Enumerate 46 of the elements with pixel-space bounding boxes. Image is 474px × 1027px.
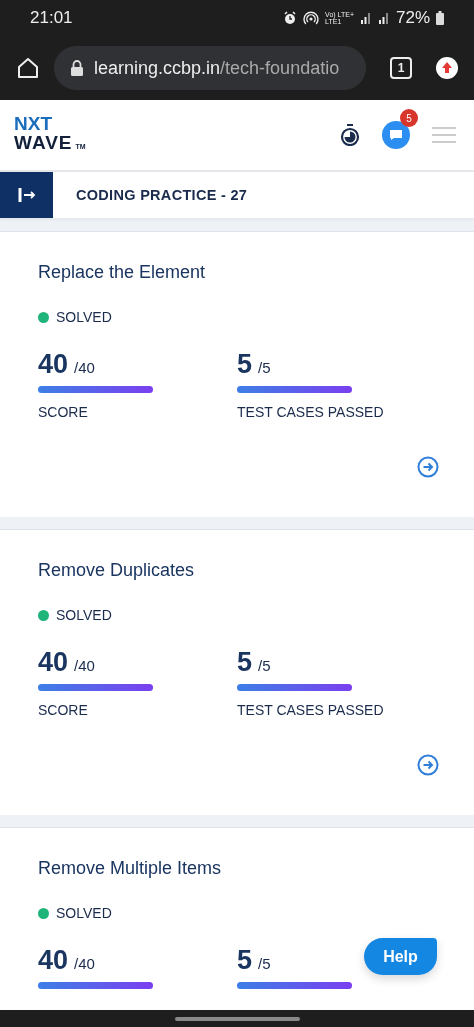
clock-time: 21:01: [30, 8, 73, 28]
upload-icon[interactable]: [436, 57, 458, 79]
stopwatch-icon[interactable]: [340, 124, 360, 146]
tests-label: TEST CASES PASSED: [237, 404, 385, 420]
url-text: learning.ccbp.in/tech-foundatio: [94, 57, 340, 79]
tests-value: 5: [237, 647, 253, 678]
address-bar[interactable]: learning.ccbp.in/tech-foundatio: [54, 46, 366, 90]
score-value: 40: [38, 945, 69, 976]
tests-total: /5: [258, 955, 271, 972]
chat-button[interactable]: [382, 121, 410, 149]
alarm-icon: [283, 11, 298, 25]
help-button[interactable]: Help: [364, 938, 437, 975]
score-value: 40: [38, 349, 69, 380]
problem-title: Remove Duplicates: [38, 560, 196, 581]
score-total: /40: [74, 657, 95, 674]
sidebar-toggle-button[interactable]: [0, 172, 53, 218]
home-indicator[interactable]: [174, 1016, 300, 1021]
hotspot-icon: [303, 11, 320, 25]
arrow-right-icon[interactable]: [417, 456, 439, 478]
score-total: /40: [74, 359, 95, 376]
status-label: SOLVED: [56, 309, 112, 325]
chat-icon: [389, 129, 403, 141]
signal-icon: [377, 12, 390, 24]
notification-badge: 5: [400, 109, 418, 127]
tab-count-button[interactable]: 1: [390, 57, 412, 79]
score-label: SCORE: [38, 702, 89, 718]
tests-total: /5: [258, 359, 271, 376]
tests-value: 5: [237, 945, 253, 976]
problem-title: Replace the Element: [38, 262, 207, 283]
status-label: SOLVED: [56, 905, 112, 921]
tests-total: /5: [258, 657, 271, 674]
page-title: CODING PRACTICE - 27: [76, 187, 248, 203]
score-value: 40: [38, 647, 69, 678]
home-icon[interactable]: [16, 56, 40, 80]
arrow-right-icon[interactable]: [417, 754, 439, 776]
problem-title: Remove Multiple Items: [38, 858, 223, 879]
battery-percent: 72%: [395, 8, 430, 28]
expand-arrow-icon: [16, 187, 37, 203]
lock-icon: [70, 60, 84, 76]
battery-icon: [436, 11, 444, 25]
signal-icon: [359, 12, 372, 24]
score-label: SCORE: [38, 404, 89, 420]
tests-value: 5: [237, 349, 253, 380]
status-label: SOLVED: [56, 607, 112, 623]
tests-label: TEST CASES PASSED: [237, 702, 385, 718]
score-total: /40: [74, 955, 95, 972]
